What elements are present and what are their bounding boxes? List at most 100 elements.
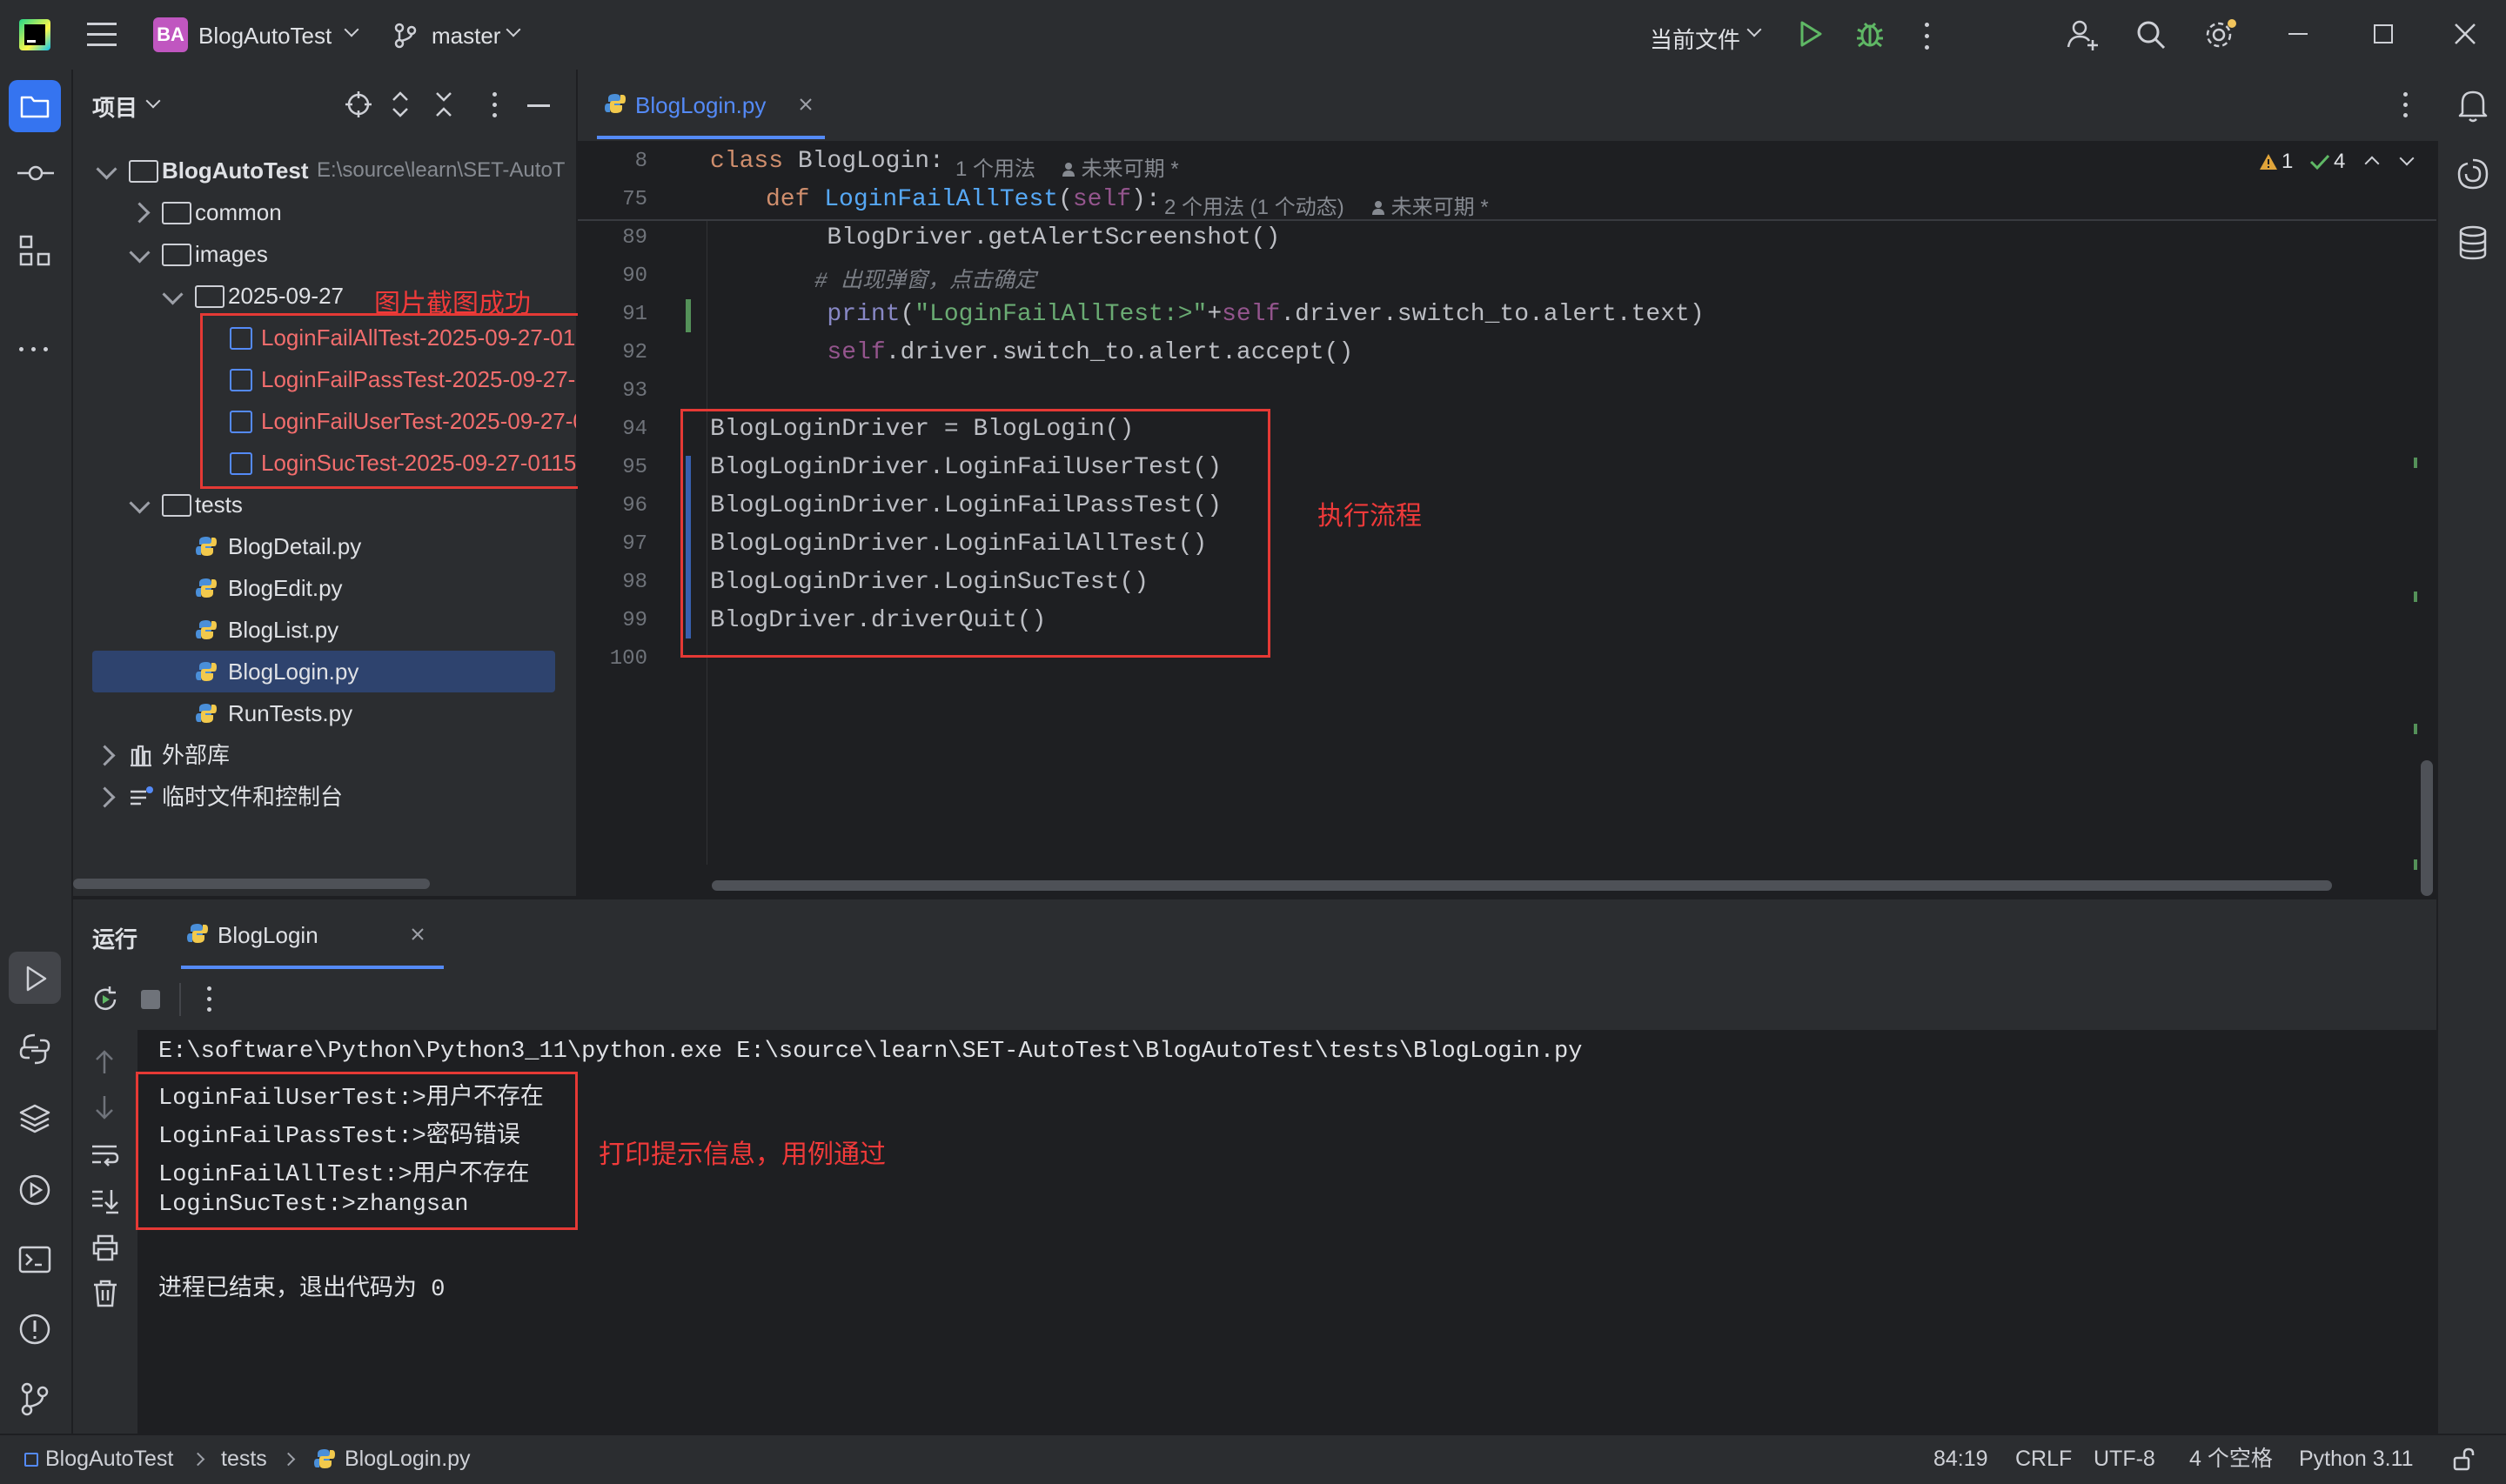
tree-item-py-file[interactable]: BlogDetail.py [73,525,576,567]
problems-icon[interactable] [17,1312,52,1347]
folder-icon [162,202,191,224]
folder-icon [162,244,191,266]
python-interpreter[interactable]: Python 3.11 [2299,1435,2414,1482]
database-icon[interactable] [2456,224,2490,261]
project-tool-button[interactable] [9,80,61,132]
folder-icon [20,96,50,118]
chevron-down-icon [162,284,184,305]
main-menu-icon[interactable] [87,23,117,47]
rerun-icon[interactable] [90,985,120,1014]
locate-file-icon[interactable] [345,90,372,118]
editor-tab-bloglogin[interactable]: BlogLogin.py [597,70,825,139]
clear-trash-icon[interactable] [92,1279,118,1308]
tree-item-py-file[interactable]: RunTests.py [73,692,576,734]
stop-icon[interactable] [141,990,160,1009]
add-user-icon[interactable] [2066,17,2101,52]
breadcrumb-project[interactable]: BlogAutoTest [45,1435,173,1482]
code-line: self.driver.switch_to.alert.accept() [710,339,1353,366]
editor-horizontal-scrollbar[interactable] [712,880,2332,891]
chevron-down-icon [96,158,117,180]
close-window-button[interactable] [2454,23,2476,45]
tree-item-py-file-selected[interactable]: BlogLogin.py [92,651,555,692]
scratches-icon [131,786,153,806]
breadcrumb-folder[interactable]: tests [221,1435,267,1482]
author-hint[interactable]: 未来可期 * [1062,151,1179,182]
editor-vertical-scrollbar[interactable] [2421,760,2433,896]
warning-icon [2260,154,2277,170]
python-file-icon [196,578,217,598]
editor-options-icon[interactable] [2403,92,2409,117]
tree-root[interactable]: BlogAutoTest E:\source\learn\SET-AutoT [73,150,576,191]
run-tab-bloglogin[interactable]: BlogLogin [181,899,444,969]
author-hint-text: 未来可期 * [1390,196,1489,219]
tree-item-external-libraries[interactable]: 外部库 [73,734,576,776]
tree-item-py-file[interactable]: BlogEdit.py [73,567,576,609]
scroll-to-end-icon[interactable] [90,1187,120,1216]
tree-item-tests[interactable]: tests [73,484,576,525]
file-encoding[interactable]: UTF-8 [2094,1435,2155,1482]
run-icon [26,966,47,992]
tree-item-label: 外部库 [162,742,231,768]
more-actions-icon[interactable] [1925,21,1932,50]
line-separator[interactable]: CRLF [2015,1435,2072,1482]
folder-icon [129,160,158,183]
project-panel-title[interactable]: 项目 [92,90,137,123]
unlock-icon[interactable] [2452,1447,2475,1472]
hide-panel-icon[interactable] [527,104,550,107]
print-icon[interactable] [90,1233,120,1261]
chevron-up-icon[interactable] [2364,156,2380,171]
options-icon[interactable] [492,92,498,117]
chevron-down-icon[interactable] [2399,150,2415,166]
tree-item-common[interactable]: common [73,191,576,233]
restore-button[interactable] [2374,24,2393,43]
code-editor[interactable]: 8 class BlogLogin: 1 个用法 未来可期 * 75 def L… [578,143,2436,896]
arrow-down-icon[interactable] [94,1094,115,1120]
paren: ( [1058,186,1073,213]
notifications-bell-icon[interactable] [2456,87,2490,124]
search-icon[interactable] [2134,17,2168,52]
terminal-icon[interactable] [17,1242,52,1277]
chevron-down-icon[interactable] [145,93,161,109]
sticky-header: 8 class BlogLogin: 1 个用法 未来可期 * 75 def L… [578,143,2436,221]
python-console-icon[interactable] [17,1032,52,1066]
tree-item-py-file[interactable]: BlogList.py [73,609,576,651]
ai-assistant-icon[interactable] [2456,157,2490,191]
debug-icon[interactable] [1855,17,1885,49]
title-bar: BA BlogAutoTest master 当前文件 [0,0,2506,71]
usage-hint[interactable]: 2 个用法 (1 个动态) [1164,190,1344,220]
tree-item-scratches[interactable]: 临时文件和控制台 [73,776,576,818]
collapse-all-icon[interactable] [433,90,454,118]
run-icon[interactable] [1798,19,1824,49]
operator: + [1207,301,1223,328]
close-tab-icon[interactable] [799,97,813,111]
run-tool-button[interactable] [9,952,61,1004]
caret-position[interactable]: 84:19 [1933,1435,1988,1482]
tree-item-images[interactable]: images [73,233,576,275]
keyword: def [766,186,825,213]
code-rest: .driver.switch_to.alert.accept() [885,339,1354,366]
pycharm-logo-icon[interactable] [19,19,50,50]
minimize-button[interactable] [2288,33,2308,35]
annotation-box-execution [680,409,1270,658]
usage-hint[interactable]: 1 个用法 [955,151,1035,182]
author-hint[interactable]: 未来可期 * [1371,190,1489,220]
project-horizontal-scrollbar[interactable] [73,879,430,889]
indent-setting[interactable]: 4 个空格 [2189,1435,2273,1482]
console-output[interactable]: E:\software\Python\Python3_11\python.exe… [136,1030,2436,1434]
structure-icon[interactable] [19,235,50,266]
close-tab-icon[interactable] [411,927,425,941]
breadcrumb-file[interactable]: BlogLogin.py [345,1435,471,1482]
settings-gear-icon[interactable] [2201,16,2240,54]
expand-all-icon[interactable] [390,90,411,118]
git-icon[interactable] [17,1381,52,1416]
line-number: 99 [622,609,647,632]
paren: ): [1131,186,1161,213]
run-options-icon[interactable] [207,986,212,1012]
soft-wrap-icon[interactable] [90,1141,120,1167]
commit-icon[interactable] [17,160,54,186]
more-tools-icon[interactable] [19,331,54,351]
services-icon[interactable] [17,1173,52,1207]
layers-icon[interactable] [17,1101,52,1136]
class-name: BlogLogin: [797,148,944,175]
arrow-up-icon[interactable] [94,1049,115,1075]
